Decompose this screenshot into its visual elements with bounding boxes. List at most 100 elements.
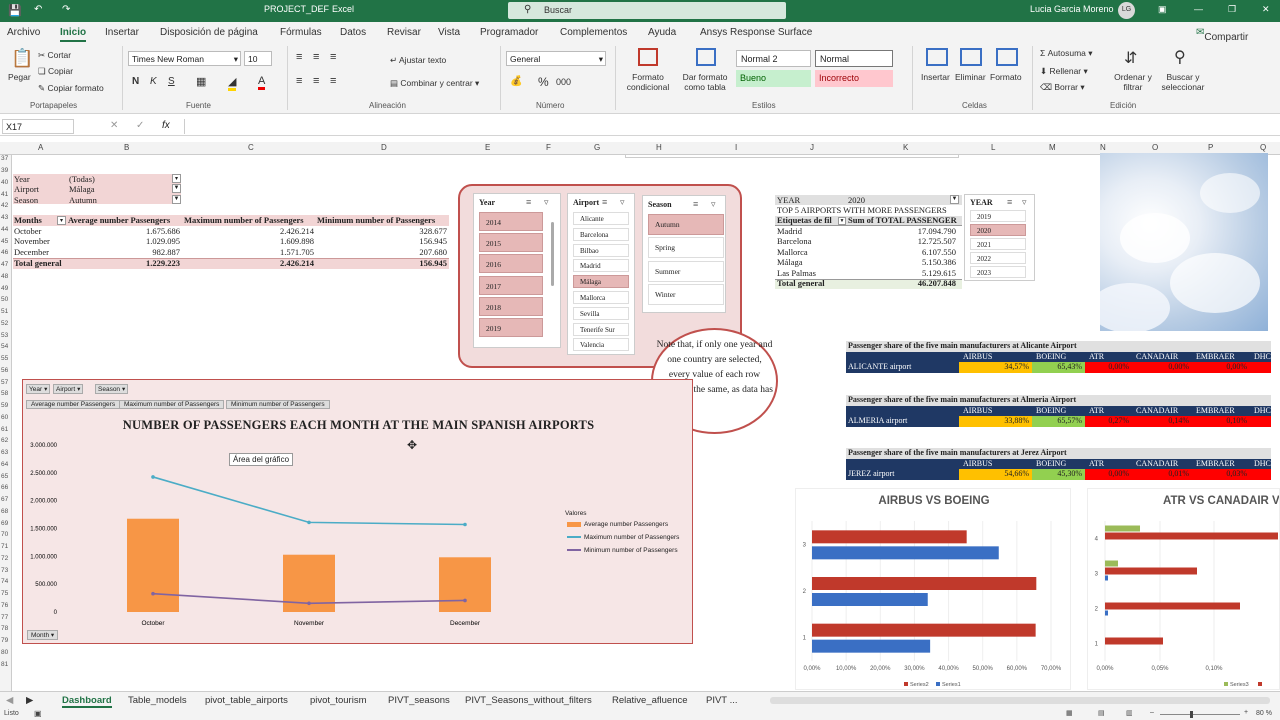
search-input[interactable]: ⚲ Buscar — [508, 2, 786, 19]
row-header[interactable]: 45 — [1, 238, 8, 245]
clear-filter-icon[interactable]: ▿ — [1022, 197, 1027, 208]
slicer-item[interactable]: 2016 — [479, 254, 543, 274]
row-header[interactable]: 42 — [1, 202, 8, 209]
column-header[interactable]: C — [248, 143, 254, 152]
fill-color-icon[interactable]: ◢ — [228, 75, 237, 91]
slicer-item[interactable]: Alicante — [573, 212, 629, 225]
clear-filter-icon[interactable]: ▿ — [711, 199, 716, 210]
border-icon[interactable]: ▦ — [196, 75, 206, 88]
row-header[interactable]: 71 — [1, 543, 8, 550]
redo-icon[interactable]: ↷ — [62, 4, 70, 15]
find-select-button[interactable]: Buscar y seleccionar — [1156, 72, 1210, 92]
merge-center-button[interactable]: ▤ Combinar y centrar ▾ — [390, 78, 479, 89]
copy-button[interactable]: ❏ Copiar — [38, 66, 73, 77]
atr-canadair-chart[interactable]: ATR VS CANADAIR V 0,00% 0,05% 0,10% 1 2 3 4 Ser… — [1087, 488, 1280, 690]
percent-button[interactable]: % — [538, 75, 549, 89]
row-header[interactable]: 43 — [1, 214, 8, 221]
top5-row-dropdown[interactable]: ▼ — [838, 217, 846, 225]
slicer-item[interactable]: Sevilla — [573, 306, 629, 320]
align-top-icon[interactable]: ≡ — [296, 51, 302, 63]
slicer-item[interactable]: Bilbao — [573, 243, 629, 257]
slicer-item[interactable]: Málaga — [573, 275, 629, 289]
function-icon[interactable]: fx — [162, 120, 170, 131]
row-header[interactable]: 65 — [1, 473, 8, 480]
top5-filter-dropdown[interactable]: ▼ — [950, 195, 959, 204]
number-format-select[interactable]: General ▾ — [506, 51, 606, 66]
font-color-icon[interactable]: A — [258, 75, 266, 90]
tab-programador[interactable]: Programador — [480, 27, 538, 38]
column-header[interactable]: J — [810, 143, 814, 152]
row-header[interactable]: 47 — [1, 261, 8, 268]
row-header[interactable]: 70 — [1, 531, 8, 538]
tab-inicio[interactable]: Inicio — [60, 27, 87, 42]
slicer-item[interactable]: Mallorca — [573, 291, 629, 304]
column-header[interactable]: P — [1208, 143, 1213, 152]
format-painter-button[interactable]: ✎ Copiar formato — [38, 83, 104, 94]
row-header[interactable]: 72 — [1, 555, 8, 562]
column-header[interactable]: O — [1152, 143, 1158, 152]
slicer-item[interactable]: Winter — [648, 283, 724, 305]
multiselect-icon[interactable]: ≡ — [526, 197, 531, 207]
tab-vista[interactable]: Vista — [438, 27, 460, 38]
row-header[interactable]: 66 — [1, 484, 8, 491]
filter-dropdown-airport[interactable]: ▼ — [172, 184, 181, 193]
row-header[interactable]: 56 — [1, 367, 8, 374]
minimize-button[interactable]: — — [1194, 4, 1203, 14]
zoom-out-button[interactable]: – — [1150, 709, 1154, 716]
row-header[interactable]: 62 — [1, 437, 8, 444]
format-cells-button[interactable]: Formato — [990, 72, 1022, 82]
cut-button[interactable]: ✂ Cortar — [38, 50, 71, 61]
multiselect-icon[interactable]: ≡ — [1007, 197, 1012, 207]
row-header[interactable]: 75 — [1, 590, 8, 597]
column-header[interactable]: N — [1100, 143, 1106, 152]
row-header[interactable]: 46 — [1, 249, 8, 256]
slicer-item[interactable]: 2017 — [479, 275, 543, 295]
slicer-item[interactable]: 2018 — [479, 296, 543, 316]
align-bottom-icon[interactable]: ≡ — [330, 51, 336, 63]
slicer-item[interactable]: 2019 — [970, 210, 1026, 222]
slicer-item[interactable]: Summer — [648, 260, 724, 282]
row-header[interactable]: 60 — [1, 414, 8, 421]
tab-ansys[interactable]: Ansys Response Surface — [700, 27, 812, 38]
airbus-boeing-chart[interactable]: AIRBUS VS BOEING 0,00% 10,00% 20,00% 30,00%… — [795, 488, 1071, 690]
tab-formulas[interactable]: Fórmulas — [280, 27, 322, 38]
next-sheet-icon[interactable]: ▶ — [26, 695, 33, 706]
align-center-icon[interactable]: ≡ — [313, 75, 319, 87]
align-left-icon[interactable]: ≡ — [296, 75, 302, 87]
row-header[interactable]: 41 — [1, 191, 8, 198]
sheet-tab-table-models[interactable]: Table_models — [128, 695, 187, 706]
row-header[interactable]: 44 — [1, 226, 8, 233]
column-header[interactable]: E — [485, 143, 490, 152]
slicer-item[interactable]: Barcelona — [573, 227, 629, 241]
column-header[interactable]: A — [38, 143, 43, 152]
row-header[interactable]: 64 — [1, 461, 8, 468]
sheet-tab-pivt-seasons[interactable]: PIVT_seasons — [388, 695, 450, 706]
row-header[interactable]: 69 — [1, 520, 8, 527]
tab-revisar[interactable]: Revisar — [387, 27, 421, 38]
main-chart[interactable]: Year ▾ Airport ▾ Season ▾ Average number Pass… — [22, 379, 693, 644]
clear-button[interactable]: ⌫ Borrar ▾ — [1040, 82, 1085, 93]
row-header[interactable]: 48 — [1, 273, 8, 280]
tab-archivo[interactable]: Archivo — [7, 27, 40, 38]
slicer-item[interactable]: 2020 — [970, 223, 1026, 236]
zoom-slider-thumb[interactable] — [1190, 711, 1193, 718]
confirm-icon[interactable]: ✓ — [136, 120, 144, 131]
column-header[interactable]: Q — [1260, 143, 1266, 152]
row-header[interactable]: 74 — [1, 578, 8, 585]
insert-cells-button[interactable]: Insertar — [921, 72, 950, 82]
avatar[interactable]: LG — [1118, 2, 1135, 19]
format-as-table-button[interactable]: Dar formato como tabla — [678, 72, 732, 92]
row-header[interactable]: 40 — [1, 179, 8, 186]
maximize-button[interactable]: ❐ — [1228, 4, 1236, 15]
clear-filter-icon[interactable]: ▿ — [544, 197, 549, 208]
filter-dropdown-year[interactable]: ▾ — [172, 174, 181, 183]
slicer-item[interactable]: 2015 — [479, 233, 543, 253]
slicer-item[interactable]: 2021 — [970, 237, 1026, 250]
thousands-button[interactable]: 000 — [556, 77, 571, 87]
font-name-select[interactable]: Times New Roman ▾ — [128, 51, 241, 66]
name-box[interactable]: X17 — [2, 119, 74, 134]
slicer-item[interactable]: Tenerife Sur — [573, 322, 629, 336]
row-header[interactable]: 58 — [1, 390, 8, 397]
tab-disposicion[interactable]: Disposición de página — [160, 27, 258, 38]
row-header[interactable]: 73 — [1, 567, 8, 574]
